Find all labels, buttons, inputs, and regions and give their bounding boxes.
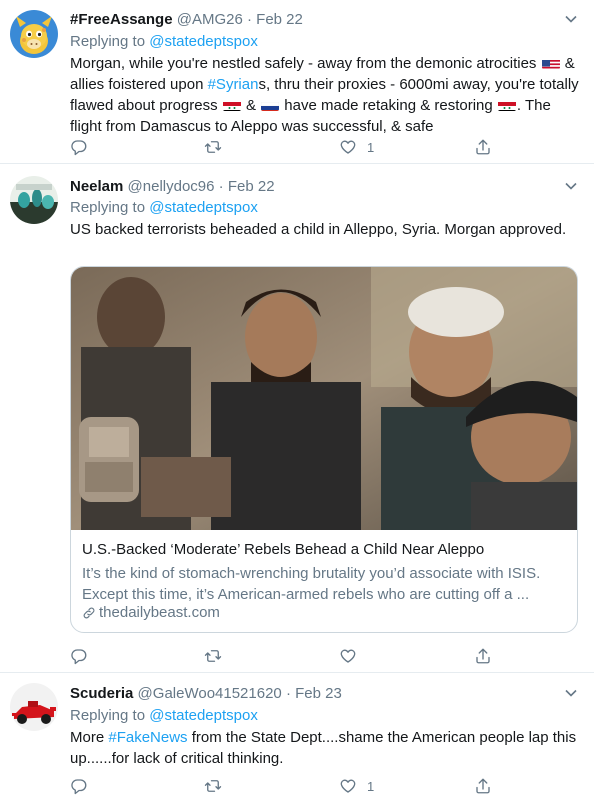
chevron-down-icon[interactable] <box>564 12 578 26</box>
tweet-text: US backed terrorists beheaded a child in… <box>70 221 567 238</box>
tweet-actions: 1 <box>70 137 520 157</box>
like-icon <box>340 649 356 663</box>
tweet-actions: 1 <box>70 776 520 796</box>
us-flag-icon <box>541 57 560 69</box>
chevron-down-icon[interactable] <box>564 686 578 700</box>
separator-dot: · <box>218 178 224 195</box>
hashtag-link[interactable]: #Syrian <box>208 76 259 93</box>
share-button[interactable] <box>474 137 492 157</box>
like-button[interactable] <box>339 646 367 666</box>
retweet-icon <box>204 141 222 153</box>
reply-icon <box>71 779 87 795</box>
tweet-text-part: & <box>245 97 256 114</box>
replying-to-link[interactable]: @statedeptspox <box>149 199 258 216</box>
link-card[interactable]: U.S.-Backed ‘Moderate’ Rebels Behead a C… <box>70 266 578 633</box>
russia-flag-icon <box>261 99 280 111</box>
retweet-button[interactable] <box>204 776 232 796</box>
replying-to-label: Replying to <box>70 707 146 724</box>
replying-to-label: Replying to <box>70 199 146 216</box>
tweet[interactable]: Neelam @nellydoc96 · Feb 22 Replying to … <box>0 164 594 673</box>
share-button[interactable] <box>474 776 492 796</box>
syria-flag-icon <box>497 99 516 111</box>
share-icon <box>476 648 490 664</box>
card-domain: thedailybeast.com <box>82 603 220 623</box>
tweet-header: Neelam @nellydoc96 · Feb 22 <box>70 177 554 197</box>
like-count: 1 <box>367 139 375 155</box>
separator-dot: · <box>247 11 252 28</box>
reply-icon <box>71 140 87 156</box>
chevron-down-icon[interactable] <box>564 179 578 193</box>
card-description: It’s the kind of stomach-wrenching bruta… <box>82 565 541 603</box>
tweet-date[interactable]: Feb 22 <box>256 11 303 28</box>
replying-to-link[interactable]: @statedeptspox <box>149 707 258 724</box>
avatar[interactable] <box>10 683 58 731</box>
user-handle[interactable]: @AMG26 <box>177 11 243 28</box>
retweet-button[interactable] <box>204 137 232 157</box>
tweet-text-part: have made retaking & restoring <box>284 97 493 114</box>
separator-dot: · <box>285 685 291 702</box>
display-name[interactable]: Neelam <box>70 178 123 195</box>
user-handle[interactable]: @nellydoc96 <box>128 178 215 195</box>
like-icon <box>340 779 356 793</box>
replying-to-label: Replying to <box>70 33 146 50</box>
share-icon <box>476 139 490 155</box>
like-count: 1 <box>367 778 375 794</box>
like-button[interactable]: 1 <box>339 776 374 796</box>
like-button[interactable]: 1 <box>339 137 374 157</box>
replying-to-link[interactable]: @statedeptspox <box>149 33 258 50</box>
tweet-text: More #FakeNews from the State Dept....sh… <box>70 727 580 769</box>
share-icon <box>476 778 490 794</box>
display-name[interactable]: #FreeAssange <box>70 11 173 28</box>
replying-to: Replying to @statedeptspox <box>70 706 258 726</box>
tweet-header: #FreeAssange @AMG26 · Feb 22 <box>70 10 554 30</box>
tweet-text-part: Morgan, while you're nestled safely - aw… <box>70 55 537 72</box>
tweet-text: Morgan, while you're nestled safely - aw… <box>70 53 580 137</box>
reply-icon <box>71 649 87 665</box>
reply-button[interactable] <box>70 137 98 157</box>
card-domain-text: thedailybeast.com <box>99 604 220 621</box>
like-icon <box>340 140 356 154</box>
replying-to: Replying to @statedeptspox <box>70 198 258 218</box>
card-image <box>71 267 577 530</box>
reply-button[interactable] <box>70 776 98 796</box>
display-name[interactable]: Scuderia <box>70 685 133 702</box>
hashtag-link[interactable]: #FakeNews <box>108 729 187 746</box>
tweet-header: Scuderia @GaleWoo41521620 · Feb 23 <box>70 684 554 704</box>
link-icon <box>83 607 95 619</box>
user-handle[interactable]: @GaleWoo41521620 <box>138 685 282 702</box>
retweet-button[interactable] <box>204 646 232 666</box>
tweet-date[interactable]: Feb 22 <box>228 178 275 195</box>
avatar[interactable] <box>10 176 58 224</box>
replying-to: Replying to @statedeptspox <box>70 32 258 52</box>
reply-button[interactable] <box>70 646 98 666</box>
card-title[interactable]: U.S.-Backed ‘Moderate’ Rebels Behead a C… <box>82 540 567 560</box>
tweet-text-part: More <box>70 729 105 746</box>
syria-flag-icon <box>222 99 241 111</box>
tweet[interactable]: Scuderia @GaleWoo41521620 · Feb 23 Reply… <box>0 673 594 803</box>
share-button[interactable] <box>474 646 492 666</box>
retweet-icon <box>204 780 222 792</box>
avatar[interactable] <box>10 10 58 58</box>
tweet-date[interactable]: Feb 23 <box>295 685 342 702</box>
tweet[interactable]: #FreeAssange @AMG26 · Feb 22 Replying to… <box>0 0 594 164</box>
retweet-icon <box>204 650 222 662</box>
tweet-actions <box>70 646 520 666</box>
